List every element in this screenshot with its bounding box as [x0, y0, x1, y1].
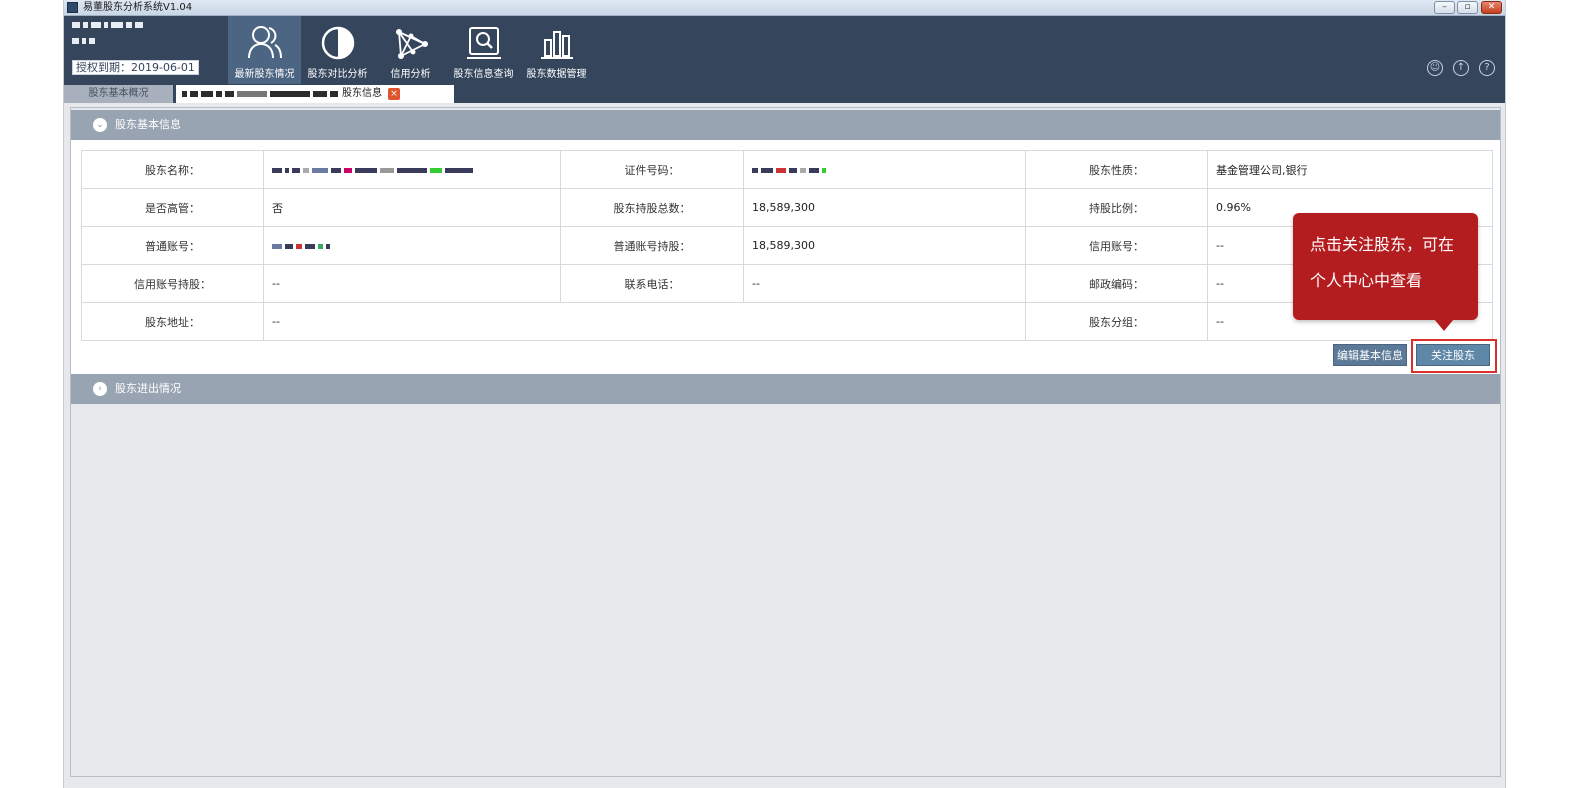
tab-close-icon[interactable]: ×	[388, 88, 400, 100]
network-icon	[395, 29, 428, 59]
tab-label: 股东信息	[342, 88, 382, 99]
label-id-number: 证件号码：	[560, 150, 744, 189]
label-group: 股东分组：	[1025, 302, 1208, 341]
chevron-down-icon: ⌄	[93, 118, 107, 132]
app-logo-icon	[67, 2, 78, 13]
label-normal-holding: 普通账号持股：	[560, 226, 744, 265]
nav-label: 信用分析	[390, 69, 431, 80]
value-id-number-redacted	[743, 150, 1026, 189]
app-window: 易董股东分析系统V1.04 – ▫ ✕ 授权到期：2019-06-01 最新股东…	[63, 0, 1506, 788]
value-name-redacted	[263, 150, 561, 189]
nav-label: 最新股东情况	[234, 69, 295, 80]
section-inout-header[interactable]: › 股东进出情况	[71, 374, 1500, 404]
half-circle-icon	[321, 26, 354, 60]
label-nature: 股东性质：	[1025, 150, 1208, 189]
label-zipcode: 邮政编码：	[1025, 264, 1208, 303]
value-total-holding: 18,589,300	[743, 188, 1026, 227]
shareholder-info-table: 股东名称： 证件号码： 股东性质： 基金管理公司,银行 是否高管： 否 股东持股…	[81, 150, 1493, 341]
close-window-button[interactable]: ✕	[1481, 1, 1502, 14]
table-row: 股东地址： -- 股东分组： --	[81, 302, 1493, 341]
tip-line-2: 个人中心中查看	[1310, 271, 1423, 290]
company-name-redacted: 授权到期：2019-06-01	[72, 22, 222, 82]
title-bar: 易董股东分析系统V1.04 – ▫ ✕	[64, 0, 1505, 16]
user-icon[interactable]: ☺	[1427, 60, 1443, 76]
value-executive: 否	[263, 188, 561, 227]
value-normal-holding: 18,589,300	[743, 226, 1026, 265]
redacted-tab-name	[182, 91, 338, 97]
nav-label: 股东数据管理	[526, 69, 587, 80]
tab-shareholder-overview[interactable]: 股东基本概况	[64, 85, 173, 103]
nav-compare-analysis[interactable]: 股东对比分析	[301, 16, 374, 84]
redacted-company-line-2	[72, 38, 222, 46]
search-monitor-icon	[466, 27, 501, 59]
tab-shareholder-info[interactable]: 股东信息 ×	[176, 85, 454, 103]
label-credit-holding: 信用账号持股：	[81, 264, 264, 303]
tab-strip: 股东基本概况 股东信息 ×	[64, 84, 1505, 103]
section-basic-info-header[interactable]: ⌄ 股东基本信息	[71, 110, 1500, 140]
section-title: 股东进出情况	[115, 382, 181, 395]
value-address: --	[263, 302, 1026, 341]
follow-button-highlight	[1411, 339, 1497, 373]
label-address: 股东地址：	[81, 302, 264, 341]
section-title: 股东基本信息	[115, 118, 181, 131]
table-row: 信用账号持股： -- 联系电话： -- 邮政编码： --	[81, 264, 1493, 303]
chevron-right-icon: ›	[93, 382, 107, 396]
table-row: 是否高管： 否 股东持股总数： 18,589,300 持股比例： 0.96%	[81, 188, 1493, 227]
main-content: ⌄ 股东基本信息 股东名称： 证件号码： 股东性质： 基金管理公司,银行 是否高…	[70, 107, 1501, 777]
label-credit-account: 信用账号：	[1025, 226, 1208, 265]
value-credit-holding: --	[263, 264, 561, 303]
redacted-company-line-1	[72, 22, 222, 30]
label-ratio: 持股比例：	[1025, 188, 1208, 227]
value-normal-account-redacted	[263, 226, 561, 265]
label-normal-account: 普通账号：	[81, 226, 264, 265]
label-executive: 是否高管：	[81, 188, 264, 227]
header-actions: ☺ ↑ ?	[1427, 60, 1495, 76]
basic-info-panel: 股东名称： 证件号码： 股东性质： 基金管理公司,银行 是否高管： 否 股东持股…	[71, 140, 1500, 374]
nav-latest-shareholders[interactable]: 最新股东情况	[228, 16, 301, 84]
help-icon[interactable]: ?	[1479, 60, 1495, 76]
nav-label: 股东信息查询	[453, 69, 514, 80]
nav-credit-analysis[interactable]: 信用分析	[374, 16, 447, 84]
nav-label: 股东对比分析	[307, 69, 368, 80]
maximize-button[interactable]: ▫	[1457, 1, 1478, 14]
bar-chart-icon	[540, 31, 573, 59]
nav-shareholder-query[interactable]: 股东信息查询	[447, 16, 520, 84]
app-header: 授权到期：2019-06-01 最新股东情况 股东对比分析 信用分析 股东信息查…	[64, 16, 1505, 84]
people-icon	[247, 26, 282, 59]
table-row: 普通账号： 普通账号持股： 18,589,300 信用账号： --	[81, 226, 1493, 265]
follow-tip-callout: 点击关注股东，可在 个人中心中查看	[1293, 213, 1478, 320]
value-nature: 基金管理公司,银行	[1207, 150, 1493, 189]
label-total-holding: 股东持股总数：	[560, 188, 744, 227]
label-name: 股东名称：	[81, 150, 264, 189]
upload-icon[interactable]: ↑	[1453, 60, 1469, 76]
table-row: 股东名称： 证件号码： 股东性质： 基金管理公司,银行	[81, 150, 1493, 189]
callout-arrow	[1434, 319, 1454, 331]
main-nav: 最新股东情况 股东对比分析 信用分析 股东信息查询 股东数据管理	[228, 16, 593, 84]
nav-data-management[interactable]: 股东数据管理	[520, 16, 593, 84]
window-title: 易董股东分析系统V1.04	[83, 2, 193, 13]
license-expiry: 授权到期：2019-06-01	[72, 60, 199, 75]
minimize-button[interactable]: –	[1434, 1, 1455, 14]
tip-line-1: 点击关注股东，可在	[1310, 235, 1455, 254]
edit-basic-info-button[interactable]: 编辑基本信息	[1333, 344, 1407, 366]
label-phone: 联系电话：	[560, 264, 744, 303]
value-phone: --	[743, 264, 1026, 303]
